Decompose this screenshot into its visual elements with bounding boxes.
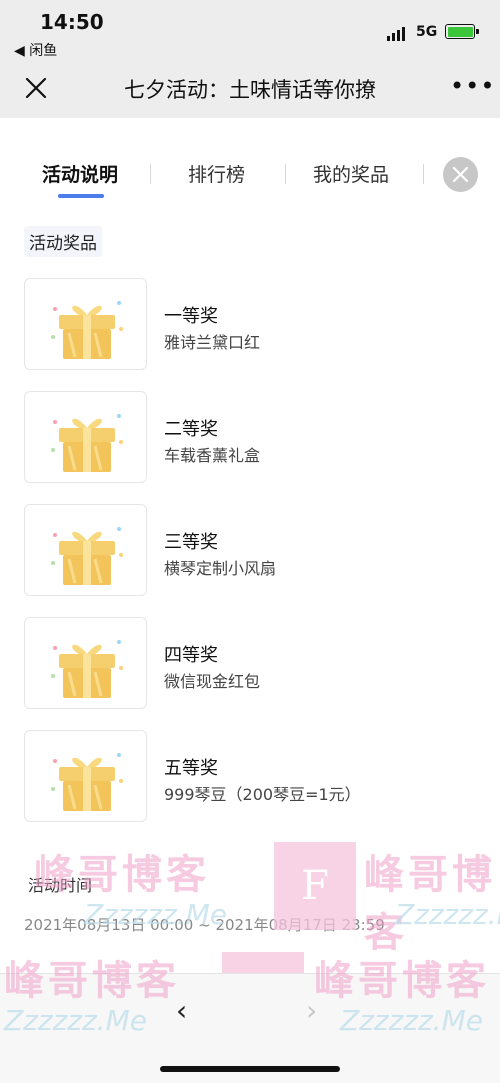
tab-my-prizes[interactable]: 我的奖品 xyxy=(313,160,389,187)
gift-box-icon xyxy=(51,753,123,811)
tab-divider xyxy=(285,164,286,184)
watermark-text: 峰哥博客 xyxy=(34,852,210,898)
status-time: 14:50 xyxy=(40,10,104,34)
watermark-subtext: Zzzzzz.Me xyxy=(4,1004,147,1037)
prize-rank: 五等奖 xyxy=(164,758,218,779)
prize-item: 四等奖 微信现金红包 xyxy=(24,617,484,709)
watermark-text: 峰哥博客 xyxy=(314,958,490,1004)
network-type: 5G xyxy=(416,24,438,40)
watermark-subtext: Zzzzzz.Me xyxy=(84,898,227,931)
signal-icon xyxy=(387,27,405,41)
prize-rank: 四等奖 xyxy=(164,645,218,666)
tab-divider xyxy=(423,164,424,184)
prize-rank: 三等奖 xyxy=(164,532,218,553)
back-to-app-link[interactable]: ◀ 闲鱼 xyxy=(14,40,57,60)
prize-name: 横琴定制小风扇 xyxy=(164,559,277,578)
prize-image xyxy=(24,278,147,370)
prize-name: 999琴豆（200琴豆=1元） xyxy=(164,785,361,804)
prize-rank: 二等奖 xyxy=(164,419,218,440)
tab-divider xyxy=(150,164,151,184)
battery-icon xyxy=(445,24,479,39)
panel-close-button[interactable] xyxy=(443,157,478,192)
prize-image xyxy=(24,617,147,709)
watermark-text: 峰哥博客 xyxy=(4,958,180,1004)
close-icon[interactable] xyxy=(24,76,48,100)
top-bar: 14:50 ◀ 闲鱼 5G 七夕活动：土味情话等你撩 ••• xyxy=(0,0,500,118)
prize-item: 三等奖横琴定制小风扇 xyxy=(24,504,484,596)
more-menu-button[interactable]: ••• xyxy=(450,74,495,98)
tab-leaderboard[interactable]: 排行榜 xyxy=(188,160,245,187)
prize-name: 车载香薰礼盒 xyxy=(164,446,261,465)
prize-image xyxy=(24,391,147,483)
watermark-logo: F xyxy=(274,842,356,930)
watermark-subtext: Zzzzzz.Me xyxy=(340,1004,483,1037)
home-indicator[interactable] xyxy=(160,1066,340,1072)
prize-name: 微信现金红包 xyxy=(164,672,261,691)
close-icon xyxy=(452,166,469,183)
watermark-subtext: Zzzzzz.Me xyxy=(395,898,500,931)
tab-description[interactable]: 活动说明 xyxy=(42,160,118,187)
gift-box-icon xyxy=(51,301,123,359)
tab-bar: 活动说明 排行榜 我的奖品 xyxy=(0,150,500,202)
active-tab-indicator xyxy=(58,194,104,198)
prize-item: 五等奖 999琴豆（200琴豆=1元） xyxy=(24,730,484,822)
gift-box-icon xyxy=(51,414,123,472)
gift-box-icon xyxy=(51,527,123,585)
prize-image xyxy=(24,730,147,822)
page-title: 七夕活动：土味情话等你撩 xyxy=(124,78,376,102)
prize-item: 一等奖 雅诗兰黛口红 xyxy=(24,278,484,370)
prize-image xyxy=(24,504,147,596)
prize-rank: 一等奖 xyxy=(164,306,218,327)
prizes-section-label: 活动奖品 xyxy=(24,226,102,257)
gift-box-icon xyxy=(51,640,123,698)
prize-name: 雅诗兰黛口红 xyxy=(164,333,261,352)
prize-item: 二等奖 车载香薰礼盒 xyxy=(24,391,484,483)
